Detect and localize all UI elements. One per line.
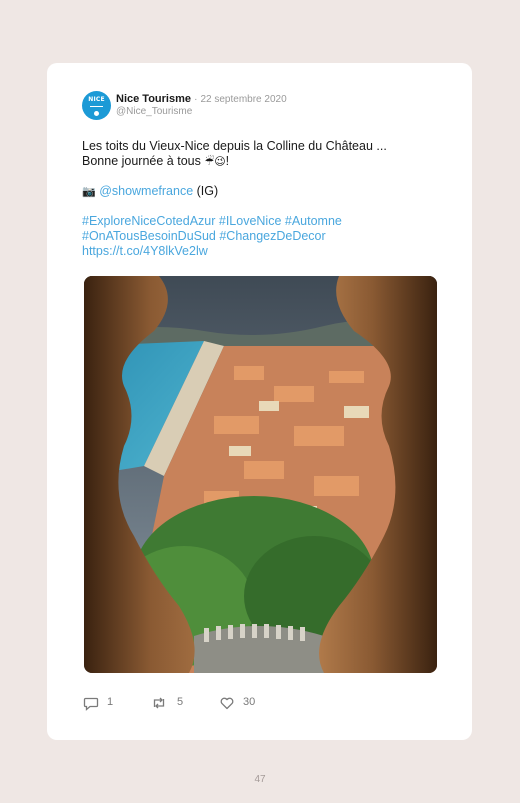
credit-line: 📷 @showmefrance (IG) bbox=[82, 184, 442, 199]
avatar[interactable]: NICE bbox=[82, 91, 111, 120]
reply-icon bbox=[83, 697, 99, 711]
post-date[interactable]: 22 septembre 2020 bbox=[200, 94, 286, 105]
reply-count: 1 bbox=[107, 696, 114, 708]
reply-button[interactable]: 1 bbox=[83, 695, 123, 711]
tweet-photo[interactable] bbox=[84, 276, 437, 673]
text-line-2-suffix: ! bbox=[225, 154, 230, 168]
mention-suffix: (IG) bbox=[193, 184, 219, 198]
umbrella-wink-emoji-icon: ☔😉 bbox=[204, 155, 226, 168]
retweet-button[interactable]: 5 bbox=[151, 695, 191, 711]
tweet-text: Les toits du Vieux-Nice depuis la Collin… bbox=[82, 139, 442, 259]
text-line-2: Bonne journée à tous ☔😉! bbox=[82, 154, 442, 169]
like-button[interactable]: 30 bbox=[219, 695, 269, 711]
retweet-icon bbox=[153, 697, 165, 709]
text-line-2-prefix: Bonne journée à tous bbox=[82, 154, 205, 168]
retweet-count: 5 bbox=[177, 696, 184, 708]
tweet-actions: 1 5 30 bbox=[83, 695, 303, 711]
avatar-logo-dot bbox=[94, 111, 99, 116]
name-date-separator: · bbox=[194, 94, 198, 105]
page-number: 47 bbox=[254, 774, 266, 785]
heart-icon bbox=[220, 697, 234, 710]
tweet-card: NICE Nice Tourisme · 22 septembre 2020 @… bbox=[47, 63, 472, 740]
hashtags-line-1[interactable]: #ExploreNiceCotedAzur #ILoveNice #Automn… bbox=[82, 214, 442, 229]
avatar-logo-text: NICE bbox=[88, 96, 105, 103]
mention-link[interactable]: @showmefrance bbox=[99, 184, 193, 198]
author-line: Nice Tourisme · 22 septembre 2020 bbox=[116, 93, 287, 105]
short-url-link[interactable]: https://t.co/4Y8lkVe2lw bbox=[82, 244, 442, 259]
tweet-header: NICE Nice Tourisme · 22 septembre 2020 @… bbox=[82, 91, 442, 123]
author-handle[interactable]: @Nice_Tourisme bbox=[116, 106, 192, 117]
camera-icon: 📷 bbox=[82, 185, 96, 198]
author-name[interactable]: Nice Tourisme bbox=[116, 93, 191, 105]
like-count: 30 bbox=[243, 696, 256, 708]
hashtags-line-2[interactable]: #OnATousBesoinDuSud #ChangezDeDecor bbox=[82, 229, 442, 244]
photo-nice-rooftops-image bbox=[84, 276, 437, 673]
avatar-logo-divider bbox=[90, 106, 103, 107]
text-line-1: Les toits du Vieux-Nice depuis la Collin… bbox=[82, 139, 387, 153]
